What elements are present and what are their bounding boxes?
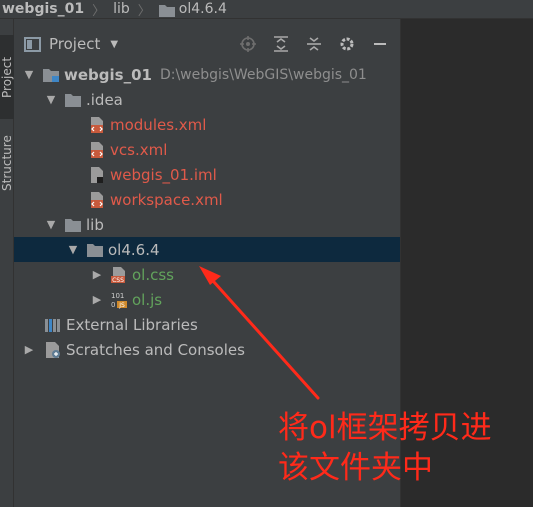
breadcrumb-item-project[interactable]: webgis_01 — [2, 1, 84, 17]
module-folder-icon — [42, 66, 60, 84]
lib-folder-label: lib — [86, 215, 104, 234]
module-file-icon — [88, 166, 106, 184]
minimize-icon[interactable] — [363, 30, 396, 58]
xml-file-icon — [88, 116, 106, 134]
folder-icon — [86, 241, 104, 259]
ol-js-label: ol.js — [132, 290, 163, 309]
tree-row-vcs-xml[interactable]: vcs.xml — [14, 137, 400, 162]
svg-text:101: 101 — [111, 292, 124, 300]
folder-icon — [158, 4, 175, 17]
project-tool-tab-label: Project — [0, 56, 14, 98]
svg-text:JS: JS — [118, 302, 125, 309]
chevron-right-icon[interactable]: ▶ — [90, 268, 104, 282]
annotation-line-1: 将ol框架拷贝进 — [278, 410, 492, 446]
tree-row-root[interactable]: ▼ webgis_01 D:\webgis\WebGIS\webgis_01 — [14, 62, 400, 87]
modules-xml-label: modules.xml — [110, 115, 207, 134]
js-file-icon: 101 0 JS — [110, 291, 128, 309]
svg-text:0: 0 — [111, 301, 115, 309]
library-icon — [44, 316, 62, 334]
tree-row-iml[interactable]: webgis_01.iml — [14, 162, 400, 187]
tree-row-idea[interactable]: ▼ .idea — [14, 87, 400, 112]
xml-file-icon — [88, 191, 106, 209]
folder-icon — [64, 91, 82, 109]
breadcrumb-separator-icon: 〉 — [92, 3, 106, 19]
structure-tool-tab[interactable]: Structure — [0, 123, 14, 203]
chevron-down-icon[interactable]: ▼ — [44, 93, 58, 107]
chevron-right-icon[interactable]: ▶ — [90, 293, 104, 307]
side-tool-strip: Project Structure — [0, 19, 14, 507]
tree-row-scratches[interactable]: ▶ Scratches and Consoles — [14, 337, 400, 362]
tree-row-ol-js[interactable]: ▶ 101 0 JS ol.js — [14, 287, 400, 312]
xml-file-icon — [88, 141, 106, 159]
panel-toolbar — [231, 30, 396, 58]
external-libraries-label: External Libraries — [66, 315, 198, 334]
ol-folder-label: ol4.6.4 — [108, 240, 160, 259]
breadcrumb-item-ol-folder[interactable]: ol4.6.4 — [179, 1, 227, 17]
tree-row-ol-folder[interactable]: ▼ ol4.6.4 — [14, 237, 400, 262]
idea-folder-label: .idea — [86, 90, 123, 109]
tree-row-modules-xml[interactable]: modules.xml — [14, 112, 400, 137]
annotation-note: 将ol框架拷贝进 该文件夹中 — [278, 408, 528, 488]
workspace-xml-label: workspace.xml — [110, 190, 223, 209]
locate-icon[interactable] — [231, 30, 264, 58]
collapse-all-icon[interactable] — [297, 30, 330, 58]
tree-row-workspace-xml[interactable]: workspace.xml — [14, 187, 400, 212]
panel-title: Project — [49, 35, 101, 53]
folder-icon — [64, 216, 82, 234]
breadcrumb: webgis_01 〉 lib 〉 ol4.6.4 — [0, 0, 533, 19]
vcs-xml-label: vcs.xml — [110, 140, 168, 159]
ol-css-label: ol.css — [132, 265, 174, 284]
annotation-line-2: 该文件夹中 — [278, 450, 433, 486]
tree-row-lib[interactable]: ▼ lib — [14, 212, 400, 237]
project-panel-header: Project ▼ — [14, 30, 400, 58]
chevron-down-icon[interactable]: ▼ — [22, 68, 36, 82]
scratches-icon — [44, 341, 62, 359]
root-module-path: D:\webgis\WebGIS\webgis_01 — [159, 66, 367, 83]
tree-row-external-libraries[interactable]: External Libraries — [14, 312, 400, 337]
expand-all-icon[interactable] — [264, 30, 297, 58]
structure-tool-tab-label: Structure — [0, 135, 14, 191]
project-tool-tab[interactable]: Project — [0, 35, 14, 119]
breadcrumb-item-lib[interactable]: lib — [113, 1, 130, 17]
chevron-down-icon: ▼ — [110, 38, 119, 50]
iml-file-label: webgis_01.iml — [110, 165, 217, 184]
chevron-down-icon[interactable]: ▼ — [66, 243, 80, 257]
chevron-right-icon[interactable]: ▶ — [22, 343, 36, 357]
chevron-down-icon[interactable]: ▼ — [44, 218, 58, 232]
gear-icon[interactable] — [330, 30, 363, 58]
svg-text:CSS: CSS — [112, 277, 124, 284]
root-module-label: webgis_01 — [64, 65, 152, 84]
scratches-label: Scratches and Consoles — [66, 340, 245, 359]
css-file-icon: CSS — [110, 266, 128, 284]
project-window-icon — [24, 36, 41, 52]
tree-row-ol-css[interactable]: ▶ CSS ol.css — [14, 262, 400, 287]
project-view-selector[interactable]: Project ▼ — [24, 35, 118, 53]
breadcrumb-separator-icon: 〉 — [137, 3, 151, 19]
